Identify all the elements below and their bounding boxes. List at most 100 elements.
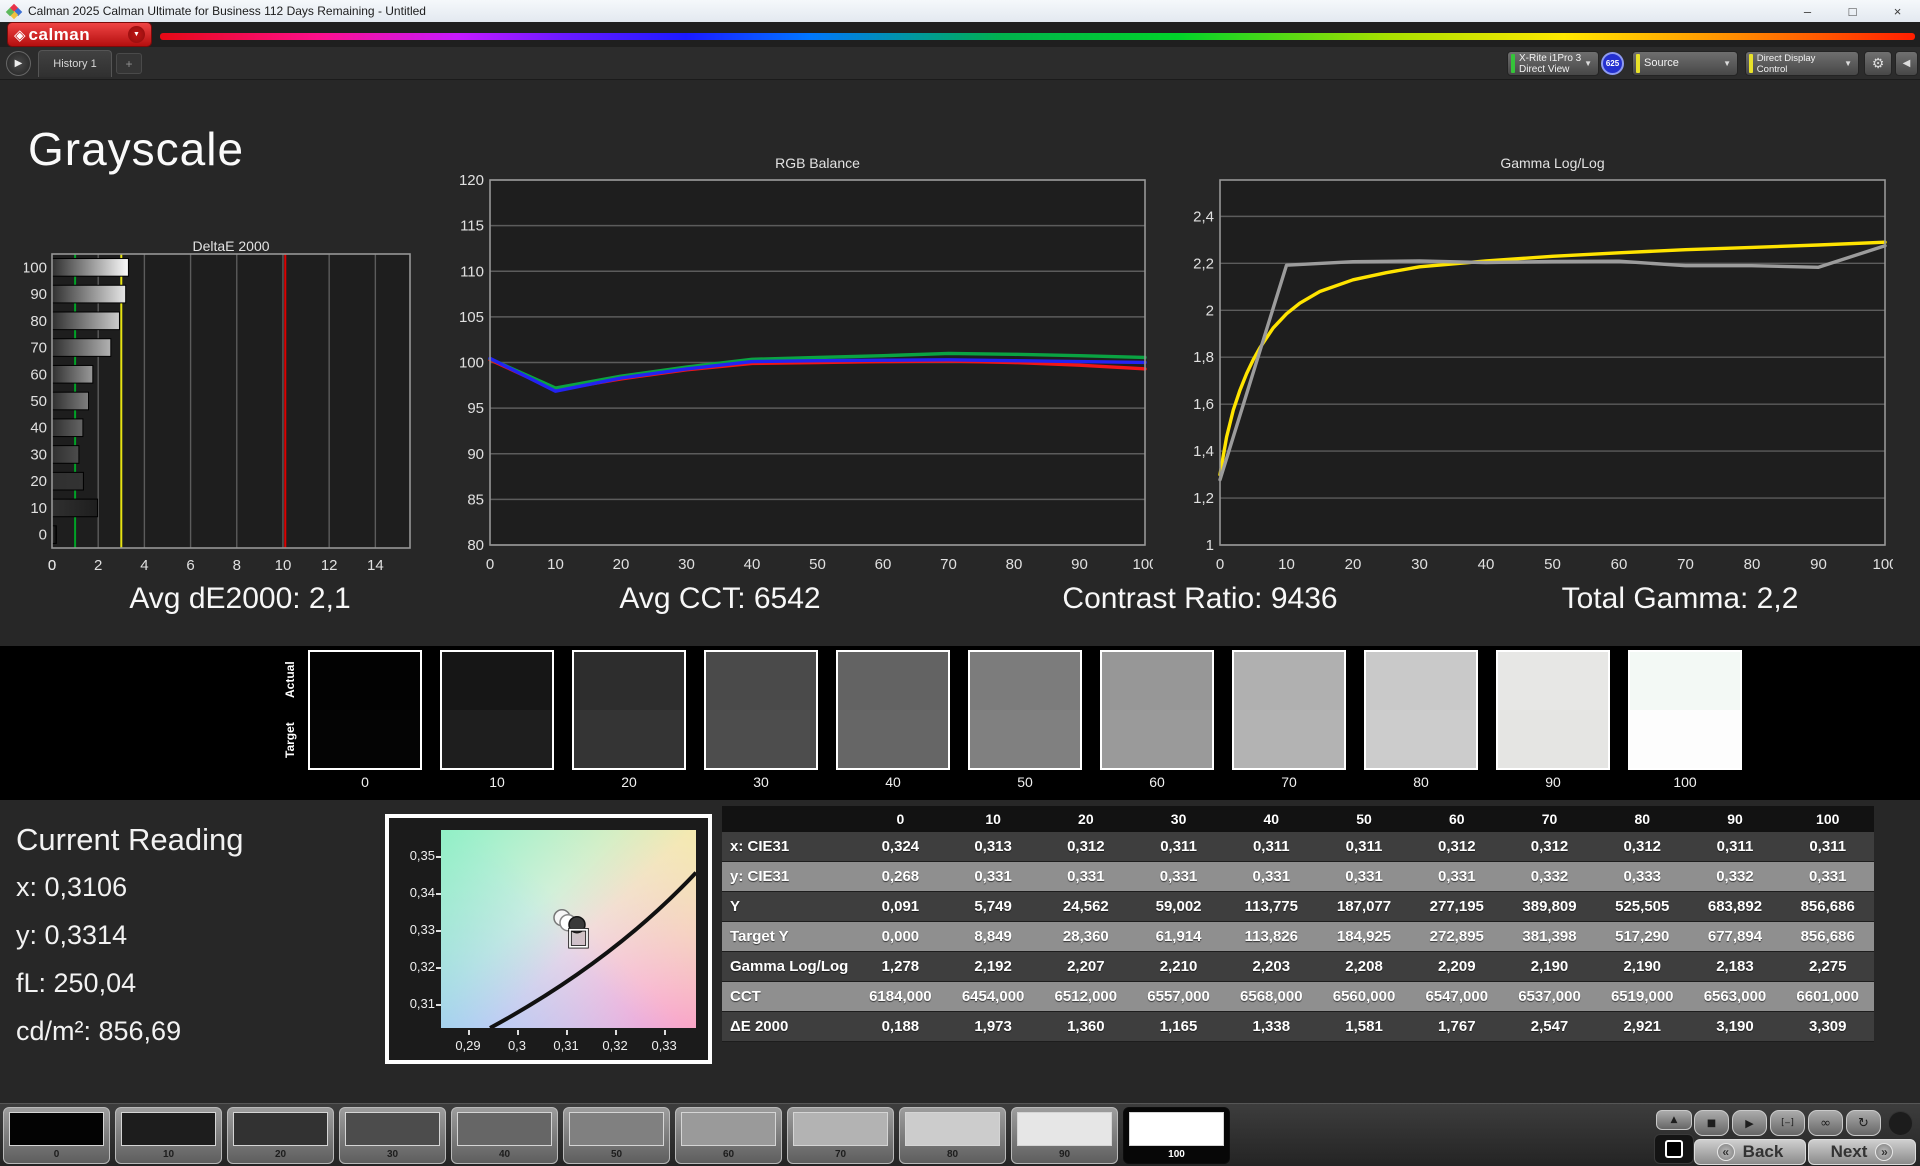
table-cell: 187,077: [1336, 898, 1392, 915]
table-cell: 683,892: [1707, 898, 1763, 915]
swatch-level-label: 30: [753, 774, 769, 790]
collapse-panel-button[interactable]: ◀: [1895, 51, 1918, 76]
pattern-button-60[interactable]: 60: [675, 1107, 782, 1164]
svg-text:90: 90: [30, 286, 47, 303]
maximize-button[interactable]: □: [1830, 0, 1875, 22]
table-cell: 277,195: [1429, 898, 1484, 915]
table-cell: 0,331: [1345, 868, 1383, 885]
pattern-button-50[interactable]: 50: [563, 1107, 670, 1164]
table-cell: 28,360: [1062, 928, 1109, 945]
cie-x-tick: 0,32: [602, 1038, 628, 1053]
loop-button[interactable]: ↻: [1846, 1110, 1881, 1136]
table-col-header-80: 80: [1634, 811, 1651, 827]
deltae-bar-80: [51, 311, 120, 331]
scroll-up-button[interactable]: ▲: [1656, 1110, 1692, 1130]
table-cell: 0,311: [1160, 838, 1197, 855]
table-row: Gamma Log/Log 1,278 2,192 2,207 2,210 2,203 2,…: [722, 952, 1874, 982]
reading-cdm2: cd/m²: 856,69: [16, 1016, 182, 1046]
rainbow-spectrum-strip: [160, 33, 1915, 40]
minimize-button[interactable]: –: [1785, 0, 1830, 22]
pattern-button-90[interactable]: 90: [1011, 1107, 1118, 1164]
avg-de2000-stat: Avg dE2000: 2,1: [129, 582, 351, 615]
pattern-level-label: 70: [834, 1149, 847, 1160]
table-cell: 113,775: [1244, 898, 1298, 915]
swatch-target: [574, 710, 684, 768]
swatch-10: [440, 650, 554, 770]
play-arrow-icon: ▶: [14, 58, 23, 69]
pattern-button-70[interactable]: 70: [787, 1107, 894, 1164]
pattern-button-0[interactable]: 0: [3, 1107, 110, 1164]
swatch-0: [308, 650, 422, 770]
settings-button[interactable]: ⚙: [1864, 51, 1892, 76]
svg-text:10: 10: [547, 556, 564, 573]
tab-scroll-button[interactable]: ▶: [6, 51, 31, 76]
table-cell: 2,207: [1067, 958, 1105, 975]
pattern-button-20[interactable]: 20: [227, 1107, 334, 1164]
table-cell: 272,895: [1429, 928, 1484, 945]
svg-text:12: 12: [321, 557, 338, 574]
pattern-swatch: [681, 1112, 776, 1146]
table-cell: 61,914: [1155, 928, 1202, 945]
tab-history-1[interactable]: History 1: [38, 50, 112, 77]
close-button[interactable]: ×: [1875, 0, 1920, 22]
avg-cct-stat: Avg CCT: 6542: [619, 582, 821, 615]
cie-y-tick: 0,32: [409, 958, 435, 974]
pattern-swatch: [1129, 1112, 1224, 1146]
svg-text:100: 100: [1872, 556, 1893, 573]
table-cell: 525,505: [1615, 898, 1670, 915]
calman-menu-button[interactable]: ◈ calman ▼: [8, 23, 151, 46]
pattern-button-10[interactable]: 10: [115, 1107, 222, 1164]
reading-y: y: 0,3314: [16, 920, 128, 950]
svg-text:0: 0: [1216, 556, 1224, 573]
table-cell: 0,268: [881, 868, 920, 885]
continuous-button[interactable]: ∞: [1808, 1110, 1843, 1136]
swatch-level-label: 10: [489, 774, 505, 790]
pattern-button-100[interactable]: 100: [1123, 1107, 1230, 1164]
pattern-button-80[interactable]: 80: [899, 1107, 1006, 1164]
display-status-bar: [1749, 54, 1753, 73]
range-button[interactable]: [‒]: [1770, 1110, 1805, 1136]
stop-button[interactable]: ■: [1694, 1110, 1729, 1136]
svg-text:0: 0: [486, 556, 494, 573]
next-button[interactable]: Next »: [1808, 1139, 1916, 1165]
pattern-button-30[interactable]: 30: [339, 1107, 446, 1164]
swatch-level-label: 50: [1017, 774, 1033, 790]
table-cell: 381,398: [1522, 928, 1577, 945]
table-cell: 0,333: [1623, 868, 1662, 885]
table-cell: 1,973: [974, 1018, 1012, 1035]
table-cell: 2,190: [1530, 958, 1569, 975]
table-cell: 0,324: [881, 838, 920, 855]
svg-text:8: 8: [233, 557, 241, 574]
svg-text:10: 10: [30, 500, 47, 517]
play-button[interactable]: ▶: [1732, 1110, 1767, 1136]
status-led: [1888, 1111, 1913, 1136]
stop-pattern-button[interactable]: [1654, 1134, 1694, 1164]
calman-app-window: Calman 2025 Calman Ultimate for Business…: [0, 0, 1920, 1166]
cie-y-tick: 0,34: [409, 884, 435, 900]
source-dropdown[interactable]: Source ▼: [1632, 51, 1738, 76]
pattern-button-40[interactable]: 40: [451, 1107, 558, 1164]
svg-text:2,4: 2,4: [1193, 208, 1214, 225]
table-cell: 6563,000: [1703, 988, 1767, 1005]
table-cell: 6601,000: [1796, 988, 1859, 1005]
table-col-header-40: 40: [1263, 811, 1280, 827]
add-tab-button[interactable]: +: [116, 53, 142, 74]
table-cell: 6454,000: [961, 988, 1025, 1005]
swatch-target: [1102, 710, 1212, 768]
table-row: ΔE 2000 0,188 1,973 1,360 1,165 1,338 1,581 1,7…: [722, 1012, 1874, 1042]
swatch-50: [968, 650, 1082, 770]
back-button[interactable]: « Back: [1694, 1139, 1806, 1165]
window-titlebar: Calman 2025 Calman Ultimate for Business…: [0, 0, 1920, 22]
swatch-actual: [574, 652, 684, 710]
svg-text:1,8: 1,8: [1193, 349, 1214, 366]
actual-row-label: Actual: [283, 661, 297, 699]
swatch-level-label: 40: [885, 774, 901, 790]
meter-dropdown[interactable]: X-Rite i1Pro 3 Direct View ▼: [1507, 51, 1599, 76]
swatch-level-label: 70: [1281, 774, 1297, 790]
chart-gamma-svg: 1 1,2 1,4 1,6 1,8 2 2,2 2,4 0 10 20 30 40 50 60 70 80 90 1…: [1193, 179, 1898, 573]
table-cell: 6184,000: [869, 988, 932, 1005]
display-control-dropdown[interactable]: Direct Display Control ▼: [1745, 51, 1859, 76]
table-cell: 0,312: [1530, 838, 1569, 855]
deltae-bar-90: [51, 284, 127, 304]
badge-value: 625: [1605, 59, 1620, 68]
